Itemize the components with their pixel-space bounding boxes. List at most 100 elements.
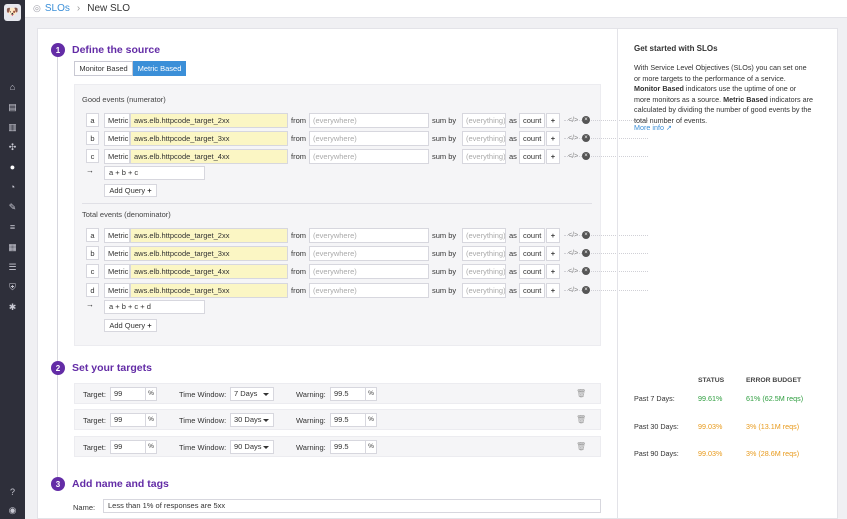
time-window-label: Time Window: [179, 416, 227, 425]
metric-name-input[interactable]: aws.elb.httpcode_target_4xx [130, 264, 288, 279]
from-scope-input[interactable]: (everywhere) [309, 264, 429, 279]
sum-by-input[interactable]: (everything) [462, 149, 506, 164]
remove-query-icon[interactable]: × [582, 116, 590, 124]
infrastructure-icon[interactable]: ▦ [7, 242, 18, 253]
from-scope-input[interactable]: (everywhere) [309, 246, 429, 261]
apm-icon[interactable]: ◔ [7, 182, 18, 193]
sum-by-input[interactable]: (everything) [462, 283, 506, 298]
monitor-based-toggle[interactable]: Monitor Based [74, 61, 133, 76]
period-label: Past 30 Days: [634, 422, 679, 431]
more-info-link[interactable]: More info ↗ [634, 123, 672, 132]
add-function-button[interactable]: + [546, 264, 560, 279]
trash-icon[interactable]: 🗑 [576, 415, 586, 424]
aggregation-select[interactable]: count [519, 264, 545, 279]
user-icon[interactable]: ◉ [7, 505, 18, 516]
period-label: Past 90 Days: [634, 449, 679, 458]
add-function-button[interactable]: + [546, 131, 560, 146]
add-function-button[interactable]: + [546, 228, 560, 243]
code-icon[interactable]: </> [568, 283, 578, 298]
add-total-query-button[interactable]: Add Query + [104, 319, 157, 332]
remove-query-icon[interactable]: × [582, 231, 590, 239]
code-icon[interactable]: </> [568, 131, 578, 146]
sum-by-input[interactable]: (everything) [462, 246, 506, 261]
trash-icon[interactable]: 🗑 [576, 442, 586, 451]
from-scope-input[interactable]: (everywhere) [309, 131, 429, 146]
warning-input[interactable]: 99.5 [330, 387, 366, 401]
code-icon[interactable]: </> [568, 149, 578, 164]
metric-name-input[interactable]: aws.elb.httpcode_target_2xx [130, 228, 288, 243]
time-window-select[interactable]: 7 Days [230, 387, 274, 401]
metric-name-input[interactable]: aws.elb.httpcode_target_3xx [130, 131, 288, 146]
slo-name-input[interactable]: Less than 1% of responses are 5xx [103, 499, 601, 513]
time-window-select[interactable]: 90 Days [230, 440, 274, 454]
from-scope-input[interactable]: (everywhere) [309, 283, 429, 298]
target-input[interactable]: 99 [110, 440, 146, 454]
from-scope-input[interactable]: (everywhere) [309, 149, 429, 164]
trash-icon[interactable]: 🗑 [576, 389, 586, 398]
target-input[interactable]: 99 [110, 413, 146, 427]
home-icon[interactable]: ⌂ [7, 82, 18, 93]
metrics-icon[interactable]: ▥ [7, 122, 18, 133]
logs-icon[interactable]: ≡ [7, 222, 18, 233]
total-events-label: Total events (denominator) [82, 210, 171, 219]
percent-suffix: % [146, 387, 157, 401]
code-icon[interactable]: </> [568, 246, 578, 261]
add-function-button[interactable]: + [546, 283, 560, 298]
remove-query-icon[interactable]: × [582, 286, 590, 294]
code-icon[interactable]: </> [568, 228, 578, 243]
metric-name-input[interactable]: aws.elb.httpcode_target_5xx [130, 283, 288, 298]
metric-label: Metric [104, 113, 130, 128]
security-icon[interactable]: ⛨ [7, 282, 18, 293]
sum-by-input[interactable]: (everything) [462, 264, 506, 279]
as-label: as [509, 286, 517, 295]
sum-by-input[interactable]: (everything) [462, 131, 506, 146]
target-input[interactable]: 99 [110, 387, 146, 401]
integrations-icon[interactable]: ✣ [7, 142, 18, 153]
warning-label: Warning: [296, 443, 326, 452]
sum-by-input[interactable]: (everything) [462, 228, 506, 243]
from-label: from [291, 249, 306, 258]
remove-query-icon[interactable]: × [582, 152, 590, 160]
add-good-query-button[interactable]: Add Query + [104, 184, 157, 197]
remove-query-icon[interactable]: × [582, 249, 590, 257]
remove-query-icon[interactable]: × [582, 267, 590, 275]
total-formula-input[interactable]: a + b + c + d [104, 300, 205, 314]
metric-name-input[interactable]: aws.elb.httpcode_target_2xx [130, 113, 288, 128]
from-scope-input[interactable]: (everywhere) [309, 113, 429, 128]
notebooks-icon[interactable]: ✎ [7, 202, 18, 213]
dashboards-icon[interactable]: ▤ [7, 102, 18, 113]
warning-input[interactable]: 99.5 [330, 413, 366, 427]
datadog-logo[interactable]: 🐶 [4, 4, 21, 21]
time-window-select[interactable]: 30 Days [230, 413, 274, 427]
metric-label: Metric [104, 246, 130, 261]
code-icon[interactable]: </> [568, 264, 578, 279]
metric-based-toggle[interactable]: Metric Based [133, 61, 186, 76]
aggregation-select[interactable]: count [519, 113, 545, 128]
from-label: from [291, 231, 306, 240]
arrow-right-icon: → [86, 300, 94, 309]
sum-by-input[interactable]: (everything) [462, 113, 506, 128]
aggregation-select[interactable]: count [519, 228, 545, 243]
breadcrumb-slos-link[interactable]: SLOs [45, 3, 70, 14]
metric-name-input[interactable]: aws.elb.httpcode_target_4xx [130, 149, 288, 164]
add-function-button[interactable]: + [546, 113, 560, 128]
aggregation-select[interactable]: count [519, 131, 545, 146]
metric-name-input[interactable]: aws.elb.httpcode_target_3xx [130, 246, 288, 261]
aggregation-select[interactable]: count [519, 246, 545, 261]
add-function-button[interactable]: + [546, 149, 560, 164]
metric-label: Metric [104, 131, 130, 146]
aggregation-select[interactable]: count [519, 283, 545, 298]
monitors-icon[interactable]: ● [7, 162, 18, 173]
remove-query-icon[interactable]: × [582, 134, 590, 142]
good-formula-input[interactable]: a + b + c [104, 166, 205, 180]
ux-monitoring-icon[interactable]: ✱ [7, 302, 18, 313]
aggregation-select[interactable]: count [519, 149, 545, 164]
query-row: b Metric aws.elb.httpcode_target_3xx fro… [86, 246, 648, 261]
as-label: as [509, 134, 517, 143]
help-icon[interactable]: ? [7, 487, 18, 498]
add-function-button[interactable]: + [546, 246, 560, 261]
code-icon[interactable]: </> [568, 113, 578, 128]
synthetics-icon[interactable]: ☰ [7, 262, 18, 273]
from-scope-input[interactable]: (everywhere) [309, 228, 429, 243]
warning-input[interactable]: 99.5 [330, 440, 366, 454]
